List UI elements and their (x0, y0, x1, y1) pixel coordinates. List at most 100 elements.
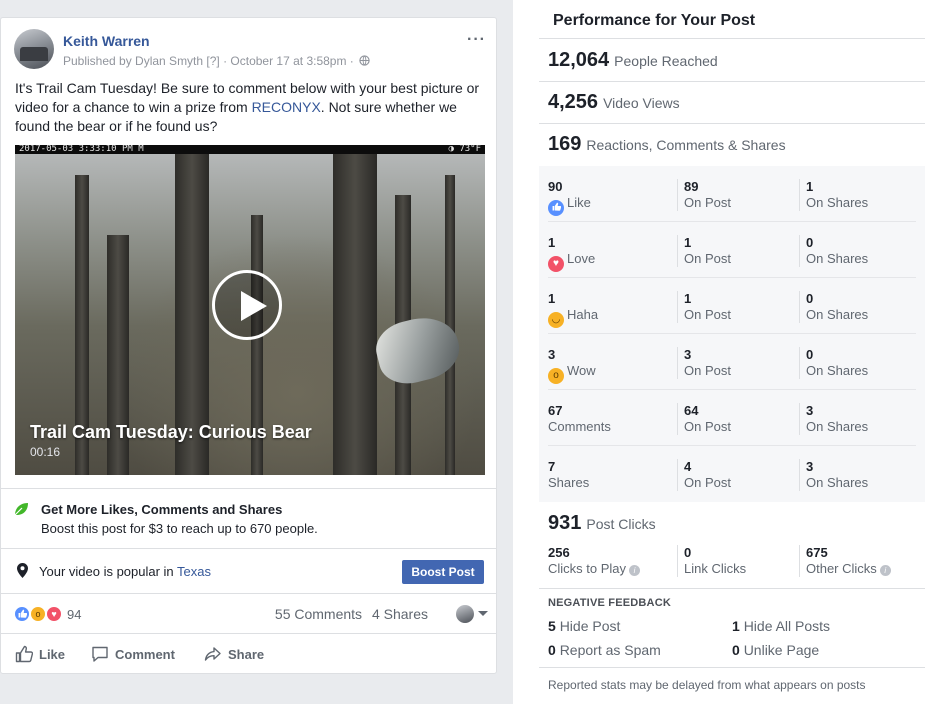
page-avatar[interactable] (14, 29, 54, 69)
on-shares-label: On Shares (806, 307, 869, 322)
like-button[interactable]: Like (15, 645, 65, 663)
clicks-to-play-label: Clicks to Play (548, 561, 627, 576)
unlike-page-stat: 0 Unlike Page (732, 642, 819, 658)
popular-text: Your video is popular in Texas (39, 564, 211, 579)
breakdown-on-post: 64 On Post (677, 403, 731, 435)
hide-all-posts-stat: 1 Hide All Posts (732, 618, 830, 634)
breakdown-total-label: Comments (548, 419, 611, 434)
breakdown-total-label: Love (567, 251, 596, 266)
spam-value: 0 (548, 642, 556, 658)
camera-temperature: ◑ 73°F (448, 145, 481, 154)
viewer-avatar[interactable] (456, 605, 474, 623)
reaction-icons[interactable]: o ♥ (14, 606, 66, 622)
info-icon[interactable]: i (879, 565, 891, 576)
video-views-label: Video Views (603, 95, 680, 111)
people-reached-value: 12,064 (548, 49, 610, 71)
breakdown-total-value: 90 (548, 179, 563, 194)
shares-count[interactable]: 4 Shares (372, 606, 428, 622)
post-actions: Like Comment Share (1, 633, 496, 673)
reconyx-link[interactable]: RECONYX (252, 99, 321, 115)
on-post-value: 1 (684, 291, 692, 306)
location-link[interactable]: Texas (177, 564, 211, 579)
other-clicks: 675 Other Clicks i (799, 545, 891, 577)
breakdown-total-label: Wow (567, 363, 596, 378)
post-clicks-label: Post Clicks (586, 516, 656, 532)
thumbs-up-icon (15, 645, 34, 663)
divider (539, 38, 925, 39)
performance-panel: Performance for Your Post 12,064 People R… (513, 0, 941, 704)
reaction-count[interactable]: 94 (67, 607, 81, 622)
breakdown-row-comments: 67 Comments 64 On Post 3 On Shares (539, 390, 925, 446)
engagement-label: Reactions, Comments & Shares (586, 137, 786, 153)
breakdown-total: 1 ♥ Love (548, 235, 595, 272)
chevron-down-icon[interactable] (478, 611, 488, 616)
breakdown-total-value: 1 (548, 235, 556, 250)
comment-button[interactable]: Comment (91, 645, 175, 663)
play-button[interactable] (212, 270, 282, 340)
info-icon[interactable]: i (629, 565, 641, 576)
boost-post-button[interactable]: Boost Post (402, 560, 484, 584)
post-author[interactable]: Keith Warren (63, 33, 150, 49)
boost-promo[interactable]: Get More Likes, Comments and Shares Boos… (1, 488, 496, 548)
play-icon (241, 291, 267, 321)
link-clicks-value: 0 (684, 545, 692, 560)
breakdown-total: 90 Like (548, 179, 591, 216)
performance-title: Performance for Your Post (553, 12, 756, 29)
wow-reaction-icon: o (548, 368, 564, 384)
share-icon (204, 647, 221, 661)
click-breakdown: 256 Clicks to Play i 0 Link Clicks 675 Other… (539, 545, 925, 585)
post-clicks-stat: 931 Post Clicks (548, 512, 656, 535)
link-clicks-label: Link Clicks (684, 561, 747, 576)
video-player[interactable]: 2017-05-03 3:33:10 PM M ◑ 73°F Trail Cam… (15, 145, 485, 475)
more-options-icon[interactable]: ··· (467, 31, 486, 49)
other-clicks-label: Other Clicks (806, 561, 877, 576)
comment-icon (92, 646, 108, 662)
popular-bar: Your video is popular in Texas Boost Pos… (1, 548, 496, 593)
divider (539, 667, 925, 668)
hide-all-value: 1 (732, 618, 740, 634)
camera-stamp-bar: 2017-05-03 3:33:10 PM M ◑ 73°F (15, 145, 485, 154)
like-label: Like (39, 647, 66, 662)
report-spam-stat: 0 Report as Spam (548, 642, 661, 658)
people-reached-label: People Reached (614, 53, 718, 69)
divider (539, 123, 925, 124)
divider (539, 81, 925, 82)
breakdown-total-value: 7 (548, 459, 556, 474)
breakdown-on-shares: 3 On Shares (799, 459, 868, 491)
breakdown-on-post: 1 On Post (677, 291, 731, 323)
spam-label: Report as Spam (559, 642, 661, 658)
comments-count[interactable]: 55 Comments (275, 606, 362, 622)
breakdown-on-post: 3 On Post (677, 347, 731, 379)
post-meta: Published by Dylan Smyth [?] · October 1… (63, 54, 370, 68)
breakdown-on-shares: 1 On Shares (799, 179, 868, 211)
post-card: Keith Warren Published by Dylan Smyth [?… (0, 17, 497, 674)
on-post-value: 3 (684, 347, 692, 362)
haha-reaction-icon: ◡ (548, 312, 564, 328)
post-text: It's Trail Cam Tuesday! Be sure to comme… (15, 79, 490, 136)
post-clicks-value: 931 (548, 512, 582, 534)
on-shares-label: On Shares (806, 251, 869, 266)
on-shares-value: 0 (806, 347, 814, 362)
negative-feedback-title: NEGATIVE FEEDBACK (548, 597, 671, 609)
video-title: Trail Cam Tuesday: Curious Bear (30, 422, 312, 442)
like-reaction-icon (14, 606, 30, 622)
breakdown-total: 67 Comments (548, 403, 611, 435)
engagement-breakdown: 90 Like 89 On Post 1 On Shares 1 ♥ Love 1 On… (539, 166, 925, 502)
on-shares-value: 1 (806, 179, 814, 194)
on-shares-value: 0 (806, 291, 814, 306)
hide-post-stat: 5 Hide Post (548, 618, 620, 634)
tree-trunk (333, 145, 377, 475)
other-clicks-value: 675 (806, 545, 828, 560)
hide-post-value: 5 (548, 618, 556, 634)
on-shares-label: On Shares (806, 363, 869, 378)
hide-post-label: Hide Post (559, 618, 621, 634)
on-shares-label: On Shares (806, 419, 869, 434)
breakdown-total-label: Like (567, 195, 591, 210)
breakdown-on-post: 4 On Post (677, 459, 731, 491)
wow-reaction-icon: o (30, 606, 46, 622)
breakdown-total-value: 1 (548, 291, 556, 306)
breakdown-on-shares: 0 On Shares (799, 235, 868, 267)
share-button[interactable]: Share (204, 645, 264, 663)
like-reaction-icon (548, 200, 564, 216)
on-post-value: 89 (684, 179, 699, 194)
